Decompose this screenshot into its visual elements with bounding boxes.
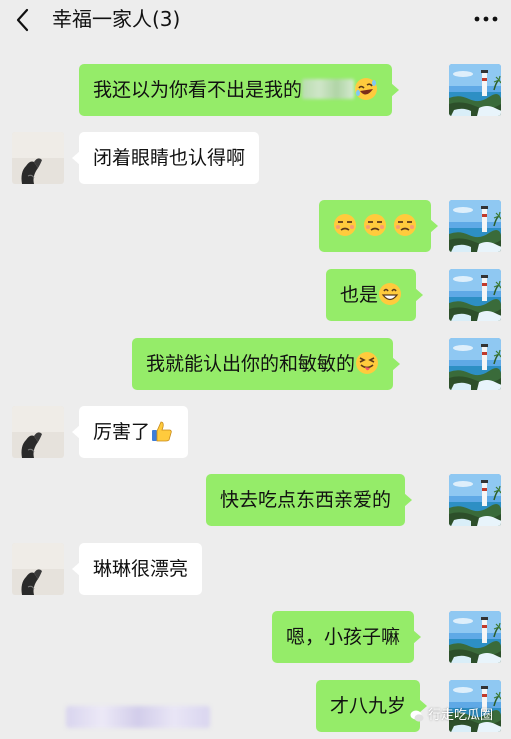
message-text: 快去吃点东西亲爱的: [220, 489, 392, 511]
message-bubble[interactable]: 琳琳很漂亮: [71, 543, 203, 595]
redacted-text: [302, 78, 355, 99]
message-bubble[interactable]: 嗯，小孩子嘛: [272, 611, 422, 663]
contact-avatar[interactable]: [12, 132, 64, 184]
message-text: 嗯，小孩子嘛: [286, 626, 401, 648]
unamused-face-icon: [394, 213, 417, 236]
rofl-face-icon: [355, 77, 378, 100]
blurred-input-area: [66, 706, 210, 728]
watermark: 行走吃瓜圈: [410, 704, 493, 723]
message-bubble[interactable]: 才八九岁: [316, 680, 428, 732]
thumbs-up-icon: [152, 421, 172, 441]
message-bubble[interactable]: [319, 200, 439, 252]
more-dots-icon[interactable]: [473, 9, 499, 29]
message-bubble[interactable]: 也是: [326, 269, 424, 321]
unamused-face-icon: [334, 213, 356, 236]
my-avatar[interactable]: [449, 474, 501, 526]
message-text: 才八九岁: [330, 695, 407, 717]
chat-header: 幸福一家人(3): [0, 0, 511, 40]
my-avatar[interactable]: [449, 269, 501, 321]
message-bubble[interactable]: 我就能认出你的和敏敏的: [132, 338, 401, 390]
watermark-text: 行走吃瓜圈: [428, 708, 494, 723]
message-bubble[interactable]: 快去吃点东西亲爱的: [206, 474, 413, 526]
chat-title: 幸福一家人(3): [52, 7, 181, 31]
message-text: 也是: [340, 284, 379, 306]
contact-avatar[interactable]: [12, 406, 64, 458]
message-text: 闭着眼睛也认得啊: [93, 147, 246, 169]
message-text: 琳琳很漂亮: [93, 558, 189, 580]
tongue-wink-face-icon: [356, 351, 379, 374]
my-avatar[interactable]: [449, 611, 501, 663]
my-avatar[interactable]: [449, 200, 501, 252]
grinning-face-icon: [379, 282, 402, 305]
unamused-face-icon: [364, 213, 387, 236]
message-text: 厉害了: [93, 421, 151, 443]
message-bubble[interactable]: 闭着眼睛也认得啊: [71, 132, 260, 184]
message-text: 我还以为你看不出是我的: [93, 79, 303, 101]
my-avatar[interactable]: [449, 64, 501, 116]
contact-avatar[interactable]: [12, 543, 64, 595]
message-bubble[interactable]: 我还以为你看不出是我的: [79, 64, 400, 116]
my-avatar[interactable]: [449, 338, 501, 390]
chevron-left-icon[interactable]: [12, 6, 36, 34]
wechat-icon: [410, 710, 424, 722]
message-bubble[interactable]: 厉害了: [71, 406, 189, 458]
message-text: 我就能认出你的和敏敏的: [146, 353, 356, 375]
